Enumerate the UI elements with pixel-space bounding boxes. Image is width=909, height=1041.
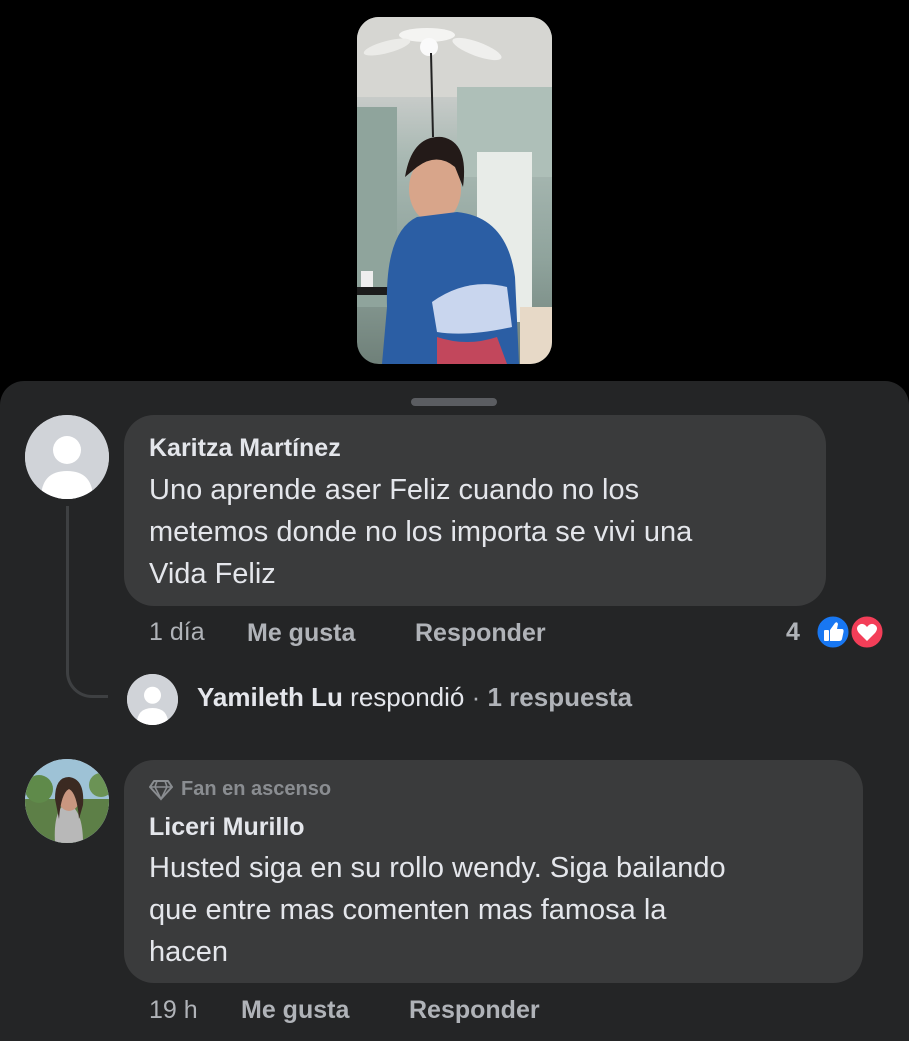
reaction-count[interactable]: 4: [786, 618, 800, 647]
love-icon: [848, 613, 886, 651]
comment-time: 19 h: [149, 996, 198, 1024]
comment-text: Uno aprende aser Feliz cuando no los met…: [149, 469, 819, 595]
comment-text-line: Husted siga en su rollo wendy. Siga bail…: [149, 852, 726, 884]
comment-text-line: que entre mas comenten mas famosa la: [149, 894, 667, 926]
diamond-icon: [149, 779, 173, 801]
reply-author: Yamileth Lu: [197, 682, 343, 712]
profile-photo: [25, 759, 109, 843]
avatar[interactable]: [127, 674, 178, 725]
like-button[interactable]: Me gusta: [247, 619, 355, 648]
like-icon: [814, 613, 852, 651]
default-avatar-icon: [25, 415, 109, 499]
reply-count: 1 respuesta: [487, 682, 633, 712]
reply-button[interactable]: Responder: [409, 996, 540, 1025]
default-avatar-icon: [127, 674, 178, 725]
like-button[interactable]: Me gusta: [241, 996, 349, 1025]
reply-button[interactable]: Responder: [415, 619, 546, 648]
comment-text: Husted siga en su rollo wendy. Siga bail…: [149, 847, 849, 973]
avatar[interactable]: [25, 415, 109, 499]
comment-author[interactable]: Liceri Murillo: [149, 813, 305, 842]
view-replies-link[interactable]: Yamileth Lu respondió · 1 respuesta: [197, 682, 632, 713]
badge-label: Fan en ascenso: [181, 778, 332, 800]
comment-text-line: metemos donde no los importa se vivi una: [149, 516, 693, 548]
drag-handle[interactable]: [411, 398, 497, 406]
reactions[interactable]: [814, 613, 886, 651]
thread-connector: [66, 506, 108, 698]
avatar[interactable]: [25, 759, 109, 843]
video-thumbnail[interactable]: [357, 17, 552, 364]
reply-action: respondió: [350, 682, 465, 712]
fan-badge: Fan en ascenso: [149, 778, 331, 801]
comment-author[interactable]: Karitza Martínez: [149, 434, 341, 463]
separator: ·: [471, 682, 481, 712]
comment-text-line: hacen: [149, 936, 229, 968]
comment-text-line: Uno aprende aser Feliz cuando no los: [149, 474, 640, 506]
comment-bubble[interactable]: Karitza Martínez Uno aprende aser Feliz …: [124, 415, 826, 606]
comment-time: 1 día: [149, 618, 205, 646]
comment-text-line: Vida Feliz: [149, 558, 276, 590]
